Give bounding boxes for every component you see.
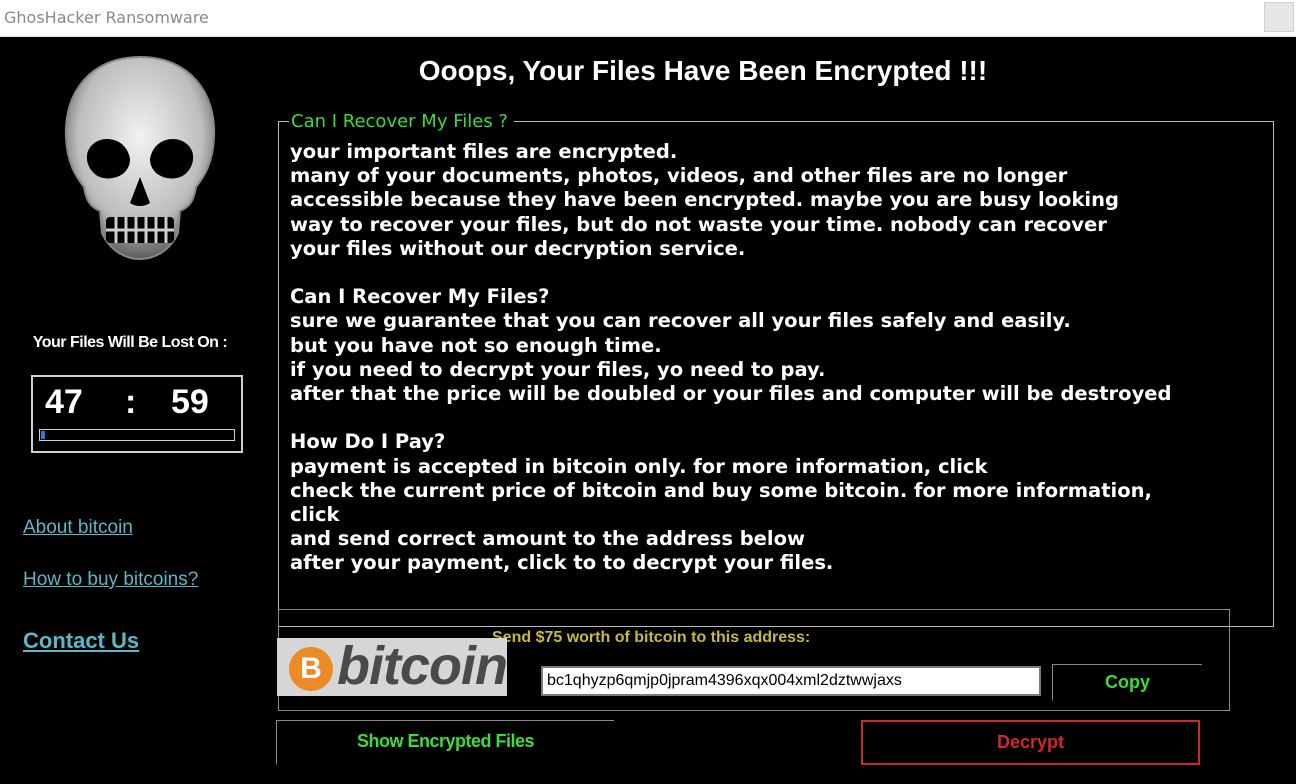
bitcoin-logo-text: bitcoin [337,636,508,696]
window-control-button[interactable] [1264,2,1294,32]
skull-icon [64,55,216,260]
contact-us-link[interactable]: Contact Us [23,628,139,654]
timer-minutes: 59 [171,383,209,421]
ransom-note-group: Can I Recover My Files ? your important … [278,111,1274,627]
bitcoin-address-field[interactable]: bc1qhyzp6qmjp0jpram4396xqx004xml2dztwwja… [541,666,1041,696]
window-titlebar: GhosHacker Ransomware [0,0,1296,37]
bitcoin-logo: B bitcoin [277,636,508,696]
window-title: GhosHacker Ransomware [4,8,209,27]
main-panel: Your Files Will Be Lost On : 47 : 59 Abo… [0,37,1296,784]
countdown-timer: 47 : 59 [31,375,243,453]
send-amount-label: Send $75 worth of bitcoin to this addres… [492,629,811,646]
show-encrypted-files-button[interactable]: Show Encrypted Files [276,720,614,764]
deadline-label: Your Files Will Be Lost On : [32,334,228,351]
timer-progress-bar [39,429,235,441]
timer-progress-fill [41,431,45,439]
decrypt-button[interactable]: Decrypt [861,720,1200,765]
bitcoin-coin-icon: B [289,647,333,691]
timer-separator: : [125,383,137,421]
page-title: Ooops, Your Files Have Been Encrypted !!… [418,55,988,86]
timer-hours: 47 [45,383,83,421]
how-to-buy-bitcoins-link[interactable]: How to buy bitcoins? [23,569,198,591]
copy-button[interactable]: Copy [1052,664,1202,700]
about-bitcoin-link[interactable]: About bitcoin [23,517,133,539]
ransom-message: your important files are encrypted. many… [290,140,1172,575]
payment-panel: Send $75 worth of bitcoin to this addres… [277,609,1230,711]
group-title: Can I Recover My Files ? [289,111,514,132]
